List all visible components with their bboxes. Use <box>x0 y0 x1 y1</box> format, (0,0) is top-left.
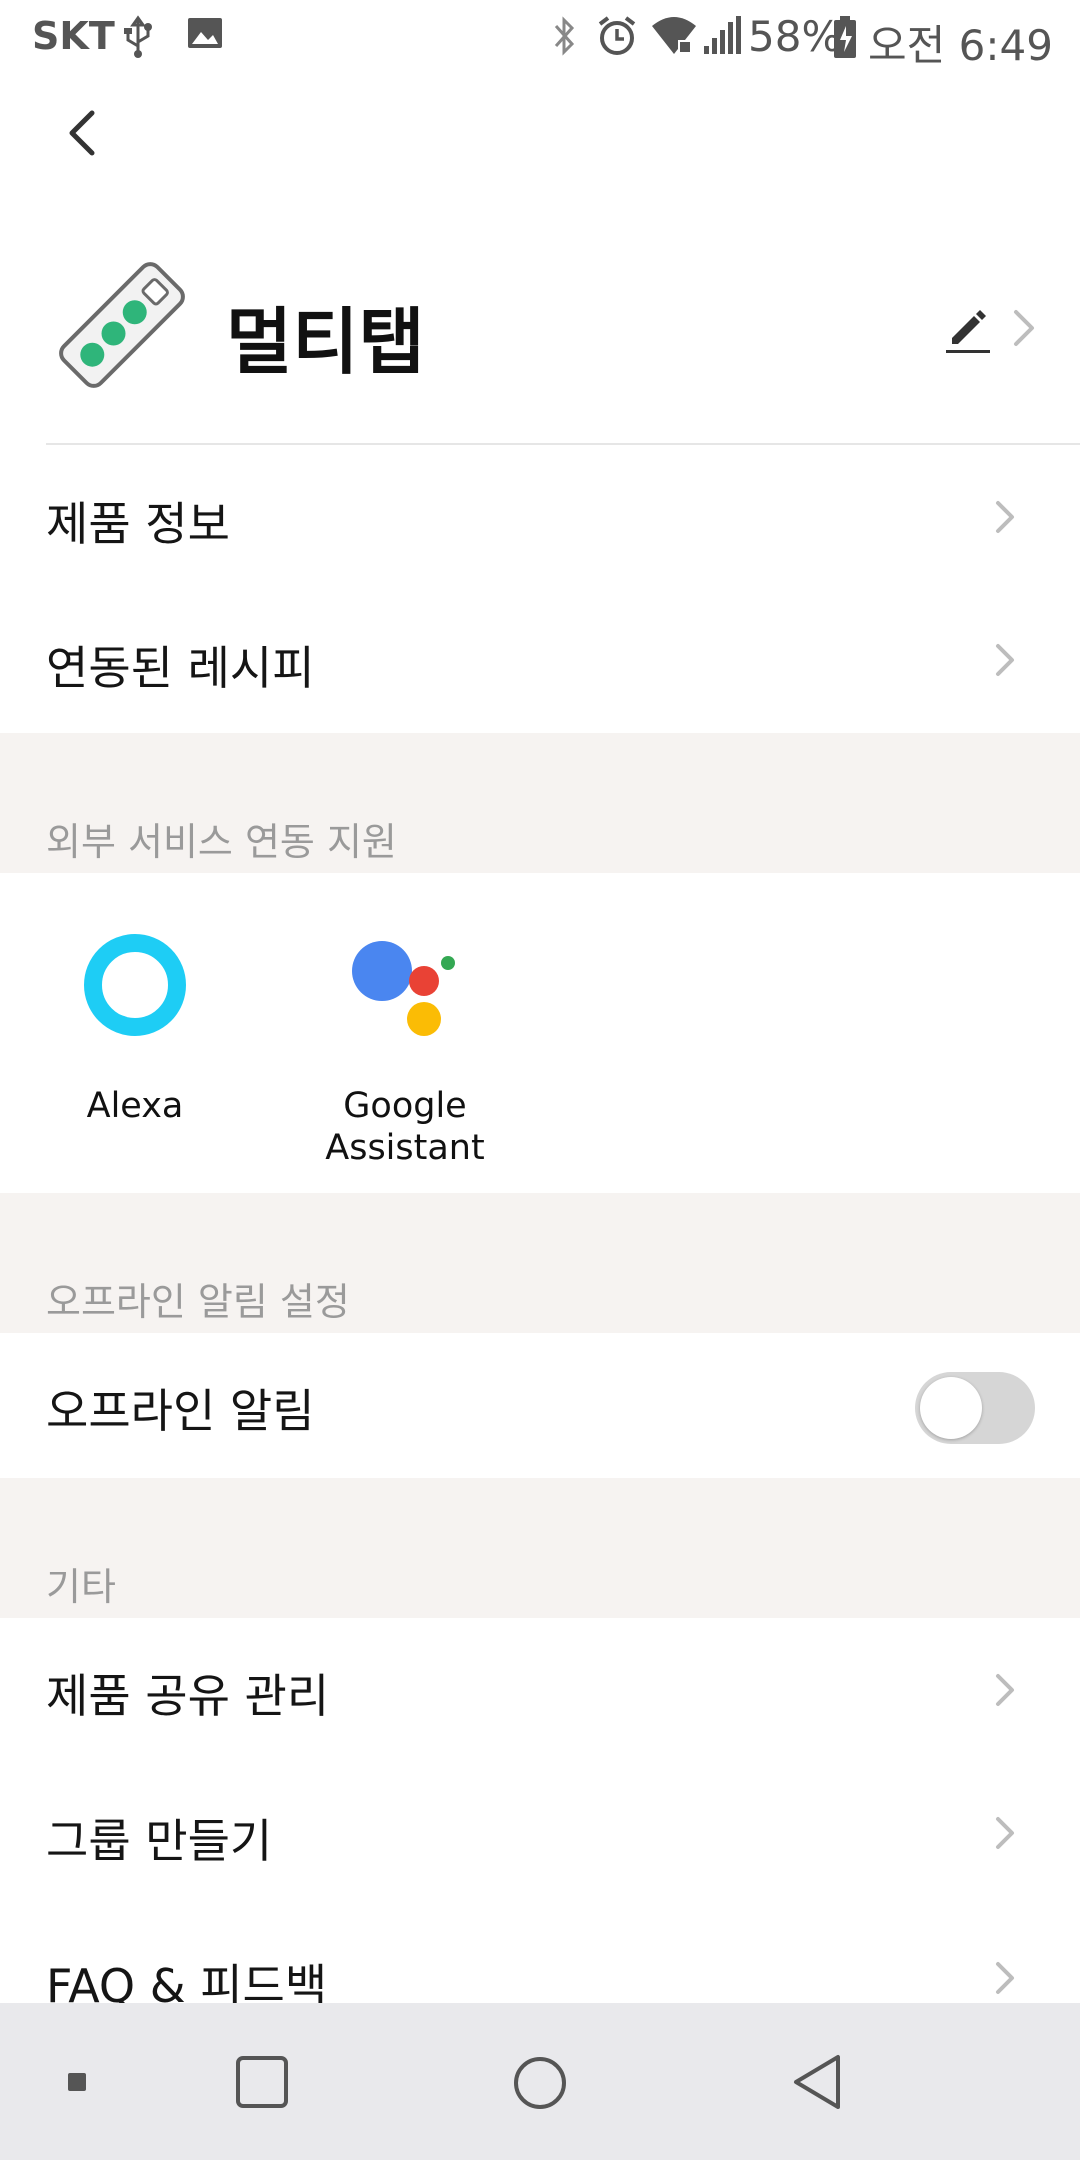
section-label: 기타 <box>46 1565 116 1609</box>
offline-alert-toggle[interactable] <box>915 1372 1035 1444</box>
power-strip-icon <box>52 255 192 395</box>
system-navigation-bar <box>0 2003 1080 2160</box>
menu-row-create-group[interactable]: 그룹 만들기 <box>0 1763 1080 1908</box>
menu-row-faq-feedback[interactable]: FAQ & 피드백 <box>0 1908 1080 2003</box>
battery-percent: 58% <box>748 12 842 61</box>
section-external-services: 외부 서비스 연동 지원 <box>0 733 1080 873</box>
section-offline-settings: 오프라인 알림 설정 <box>0 1193 1080 1333</box>
notification-dot-icon[interactable] <box>68 2073 86 2091</box>
toggle-knob <box>920 1377 982 1439</box>
menu-row-product-sharing[interactable]: 제품 공유 관리 <box>0 1618 1080 1763</box>
menu-row-label: 그룹 만들기 <box>46 1814 273 1868</box>
status-bar: SKT 58% 오전 6:49 <box>0 0 1080 76</box>
signal-icon <box>702 14 742 62</box>
section-label: 외부 서비스 연동 지원 <box>46 820 397 864</box>
section-label: 오프라인 알림 설정 <box>46 1280 350 1324</box>
device-name: 멀티탭 <box>226 300 425 384</box>
section-other: 기타 <box>0 1478 1080 1618</box>
chevron-right-icon <box>996 644 1014 676</box>
carrier-label: SKT <box>32 14 115 58</box>
image-icon <box>186 14 224 56</box>
recent-apps-button[interactable] <box>235 2055 289 2109</box>
edit-name-button[interactable] <box>944 300 1044 356</box>
bluetooth-icon <box>552 14 578 62</box>
clock: 오전 6:49 <box>868 21 1053 70</box>
external-services-panel: Alexa Google Assistant <box>0 873 1080 1193</box>
alexa-icon <box>84 934 186 1036</box>
menu-row-label: FAQ & 피드백 <box>46 1959 328 2003</box>
battery-icon <box>832 14 858 64</box>
google-assistant-icon <box>352 941 455 1036</box>
alexa-label: Alexa <box>86 1086 184 1126</box>
offline-alert-label: 오프라인 알림 <box>46 1384 315 1438</box>
google-assistant-service[interactable]: Google Assistant <box>315 933 495 1169</box>
chevron-right-icon <box>996 1962 1014 1994</box>
menu-row-label: 연동된 레시피 <box>46 641 315 695</box>
home-button[interactable] <box>512 2055 568 2111</box>
pencil-icon <box>946 310 990 353</box>
chevron-right-icon <box>996 1817 1014 1849</box>
usb-icon <box>122 14 154 62</box>
menu-row-label: 제품 정보 <box>46 497 230 551</box>
back-button[interactable] <box>58 105 114 161</box>
menu-row-linked-recipes[interactable]: 연동된 레시피 <box>0 590 1080 733</box>
wifi-icon <box>650 14 698 62</box>
google-label-line2: Assistant <box>325 1128 485 1168</box>
alexa-service[interactable]: Alexa <box>60 933 210 1127</box>
chevron-right-icon <box>996 1674 1014 1706</box>
menu-row-label: 제품 공유 관리 <box>46 1669 330 1723</box>
google-label-line1: Google <box>343 1086 467 1126</box>
alarm-icon <box>596 14 638 62</box>
menu-row-product-info[interactable]: 제품 정보 <box>0 445 1080 590</box>
chevron-right-icon <box>996 501 1014 533</box>
back-nav-button[interactable] <box>790 2053 846 2111</box>
chevron-left-icon <box>69 110 95 156</box>
